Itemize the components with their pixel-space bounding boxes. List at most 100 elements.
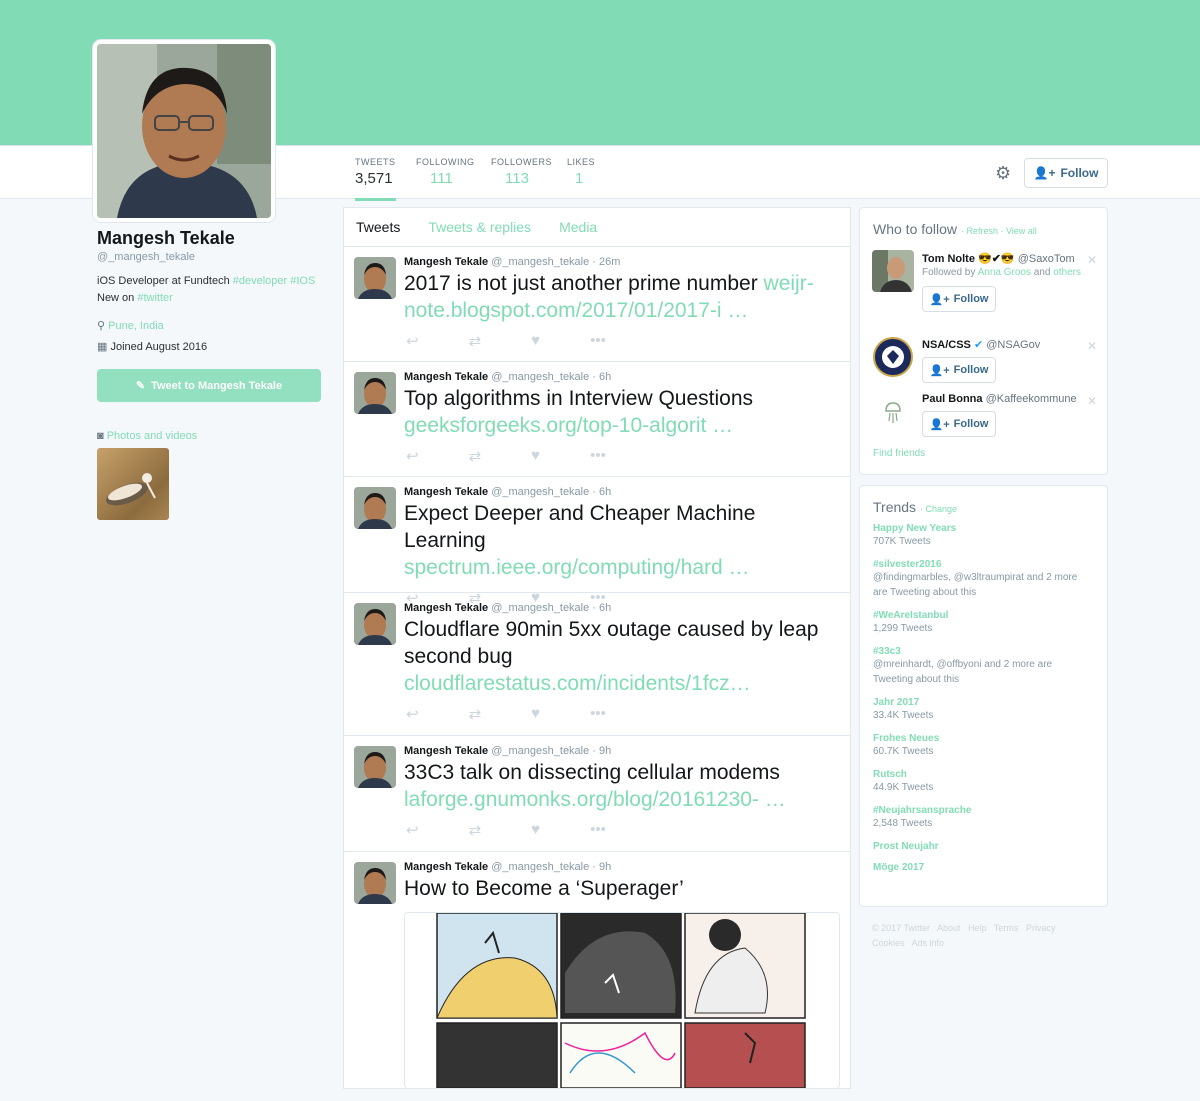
tweet-author[interactable]: Mangesh Tekale: [404, 861, 488, 873]
tweet-to-button[interactable]: ✎ Tweet to Mangesh Tekale: [97, 369, 321, 402]
profile-handle[interactable]: @_mangesh_tekale: [97, 251, 327, 263]
trend-item[interactable]: Happy New Years 707K Tweets: [860, 523, 1107, 549]
trend-name[interactable]: Prost Neujahr: [873, 841, 1094, 852]
tweet-author[interactable]: Mangesh Tekale: [404, 486, 488, 498]
suggestion-name[interactable]: Tom Nolte 😎✔😎: [922, 253, 1015, 265]
suggestion-context-link[interactable]: others: [1053, 267, 1081, 278]
bio-hashtags[interactable]: #developer #IOS: [233, 275, 316, 287]
stat-likes[interactable]: LIKES 1: [567, 157, 595, 198]
trend-name[interactable]: Jahr 2017: [873, 697, 1094, 708]
like-icon[interactable]: ♥: [531, 821, 540, 839]
trend-item[interactable]: Frohes Neues 60.7K Tweets: [860, 733, 1107, 759]
tweet-avatar[interactable]: [354, 487, 396, 529]
profile-location[interactable]: Pune, India: [108, 320, 164, 332]
tweet-meta[interactable]: @_mangesh_tekale · 9h: [491, 861, 611, 873]
dismiss-icon[interactable]: ✕: [1087, 339, 1097, 353]
suggestion-avatar[interactable]: [872, 336, 914, 378]
suggestion-handle[interactable]: @SaxoTom: [1018, 253, 1075, 265]
tweet-meta[interactable]: @_mangesh_tekale · 6h: [491, 602, 611, 614]
trend-item[interactable]: Prost Neujahr: [860, 841, 1107, 852]
trend-item[interactable]: #WeAreIstanbul 1,299 Tweets: [860, 610, 1107, 636]
bio-hashtag[interactable]: #twitter: [137, 292, 172, 304]
suggestion-avatar[interactable]: [872, 250, 914, 292]
footer-terms-link[interactable]: Terms: [994, 923, 1019, 933]
tweet-meta[interactable]: @_mangesh_tekale · 6h: [491, 371, 611, 383]
trend-name[interactable]: #Neujahrsansprache: [873, 805, 1094, 816]
footer-ads-info-link[interactable]: Ads info: [912, 938, 945, 948]
tweet-meta[interactable]: @_mangesh_tekale · 9h: [491, 745, 611, 757]
like-icon[interactable]: ♥: [531, 705, 540, 723]
reply-icon[interactable]: ↩: [406, 332, 419, 350]
photo-thumbnail[interactable]: [97, 448, 169, 520]
trend-name[interactable]: Möge 2017: [873, 862, 1094, 873]
tweet-author[interactable]: Mangesh Tekale: [404, 745, 488, 757]
trend-name[interactable]: Frohes Neues: [873, 733, 1094, 744]
trend-item[interactable]: #Neujahrsansprache 2,548 Tweets: [860, 805, 1107, 831]
tab-media[interactable]: Media: [559, 219, 597, 235]
tweet-avatar[interactable]: [354, 257, 396, 299]
tweet-avatar[interactable]: [354, 603, 396, 645]
suggestion-handle[interactable]: @Kaffeekommune: [986, 393, 1077, 405]
trend-name[interactable]: #silvester2016: [873, 559, 1094, 570]
trend-item[interactable]: Jahr 2017 33.4K Tweets: [860, 697, 1107, 723]
tweet-avatar[interactable]: [354, 862, 396, 904]
retweet-icon[interactable]: ⇄: [469, 332, 482, 350]
like-icon[interactable]: ♥: [531, 332, 540, 350]
tweet-item[interactable]: Mangesh Tekale @_mangesh_tekale · 6h Top…: [344, 362, 850, 477]
retweet-icon[interactable]: ⇄: [469, 705, 482, 723]
retweet-icon[interactable]: ⇄: [469, 821, 482, 839]
tweet-author[interactable]: Mangesh Tekale: [404, 602, 488, 614]
view-all-link[interactable]: View all: [1006, 226, 1037, 236]
footer-cookies-link[interactable]: Cookies: [872, 938, 905, 948]
tweet-author[interactable]: Mangesh Tekale: [404, 256, 488, 268]
trend-name[interactable]: Rutsch: [873, 769, 1094, 780]
tweet-item[interactable]: Mangesh Tekale @_mangesh_tekale · 6h Exp…: [344, 477, 850, 607]
tweet-avatar[interactable]: [354, 372, 396, 414]
stat-following[interactable]: FOLLOWING 111: [416, 157, 475, 198]
tweet-link[interactable]: laforge.gnumonks.org/blog/20161230- …: [404, 786, 838, 813]
tweet-link[interactable]: spectrum.ieee.org/computing/hard …: [404, 554, 838, 581]
more-icon[interactable]: •••: [590, 705, 606, 723]
reply-icon[interactable]: ↩: [406, 447, 419, 465]
tweet-link[interactable]: geeksforgeeks.org/top-10-algorit …: [404, 412, 838, 439]
follow-button[interactable]: 👤+ Follow: [1024, 158, 1108, 188]
suggestion-avatar[interactable]: [872, 391, 914, 433]
footer-privacy-link[interactable]: Privacy: [1026, 923, 1056, 933]
like-icon[interactable]: ♥: [531, 447, 540, 465]
trend-item[interactable]: Rutsch 44.9K Tweets: [860, 769, 1107, 795]
tweet-meta[interactable]: @_mangesh_tekale · 6h: [491, 486, 611, 498]
tweet-meta[interactable]: @_mangesh_tekale · 26m: [491, 256, 620, 268]
stat-followers[interactable]: FOLLOWERS 113: [491, 157, 552, 198]
suggestion-follow-button[interactable]: 👤+ Follow: [922, 411, 996, 437]
tweet-media-image[interactable]: [404, 912, 840, 1089]
suggestion-context-link[interactable]: Anna Groos: [978, 267, 1031, 278]
retweet-icon[interactable]: ⇄: [469, 447, 482, 465]
tweet-item[interactable]: Mangesh Tekale @_mangesh_tekale · 9h 33C…: [344, 736, 850, 852]
tweet-item[interactable]: Mangesh Tekale @_mangesh_tekale · 9h How…: [344, 852, 850, 1101]
refresh-link[interactable]: Refresh: [966, 226, 998, 236]
find-friends-link[interactable]: Find friends: [873, 448, 925, 459]
tab-tweets-replies[interactable]: Tweets & replies: [428, 219, 531, 235]
suggestion-follow-button[interactable]: 👤+ Follow: [922, 357, 996, 383]
photos-videos-link[interactable]: ◙ Photos and videos: [97, 430, 327, 442]
suggestion-handle[interactable]: @NSAGov: [986, 339, 1040, 351]
suggestion-name[interactable]: NSA/CSS: [922, 339, 971, 351]
footer-about-link[interactable]: About: [937, 923, 961, 933]
tweet-item[interactable]: Mangesh Tekale @_mangesh_tekale · 26m 20…: [344, 247, 850, 362]
tweet-avatar[interactable]: [354, 746, 396, 788]
trend-item[interactable]: Möge 2017: [860, 862, 1107, 873]
trend-item[interactable]: #silvester2016 @findingmarbles, @w3ltraum…: [860, 559, 1107, 600]
stat-tweets[interactable]: TWEETS 3,571: [355, 157, 396, 201]
dismiss-icon[interactable]: ✕: [1087, 394, 1097, 408]
reply-icon[interactable]: ↩: [406, 821, 419, 839]
tweet-link[interactable]: note.blogspot.com/2017/01/2017-i …: [404, 297, 838, 324]
suggestion-follow-button[interactable]: 👤+ Follow: [922, 286, 996, 312]
more-icon[interactable]: •••: [590, 332, 606, 350]
footer-help-link[interactable]: Help: [968, 923, 987, 933]
tweet-link[interactable]: weijr-: [764, 272, 814, 295]
tweet-author[interactable]: Mangesh Tekale: [404, 371, 488, 383]
suggestion-name[interactable]: Paul Bonna: [922, 393, 983, 405]
more-icon[interactable]: •••: [590, 447, 606, 465]
trend-name[interactable]: #33c3: [873, 646, 1094, 657]
tab-tweets[interactable]: Tweets: [356, 219, 400, 235]
